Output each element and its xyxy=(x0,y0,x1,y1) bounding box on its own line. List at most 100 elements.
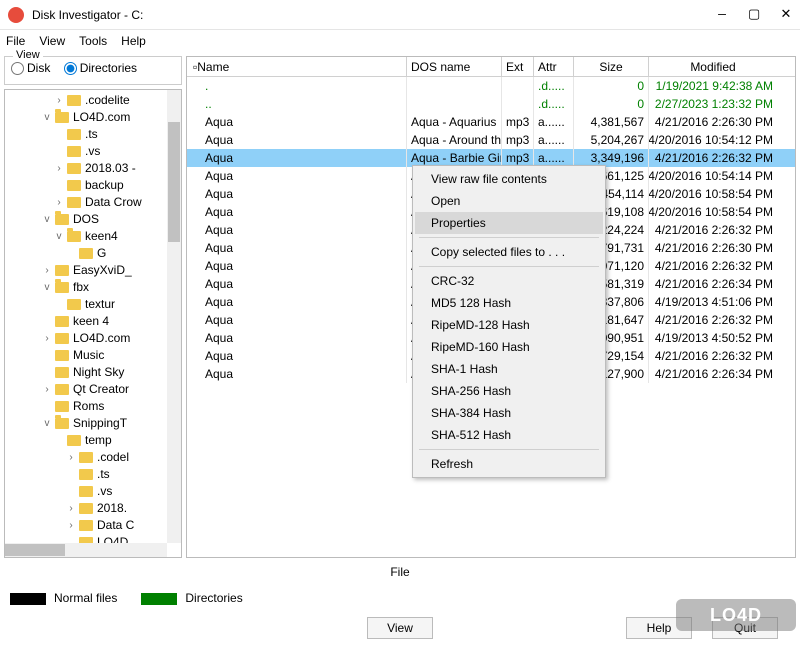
tree-expand-icon[interactable]: › xyxy=(53,197,65,208)
tree-item[interactable]: .ts xyxy=(5,126,181,143)
tree-item[interactable]: Night Sky xyxy=(5,364,181,381)
table-row[interactable]: AquaAqua - Around themp3a......5,204,267… xyxy=(187,131,795,149)
tree-item[interactable]: LO4D. xyxy=(5,534,181,544)
context-menu-item[interactable]: RipeMD-128 Hash xyxy=(415,314,603,336)
tree-expand-icon[interactable]: › xyxy=(65,452,77,463)
tree-item-label: .codel xyxy=(97,450,129,464)
column-header-dosname[interactable]: DOS name xyxy=(407,57,502,76)
context-menu-item[interactable]: Refresh xyxy=(415,453,603,475)
cell-modified: 4/20/2016 10:58:54 PM xyxy=(649,185,779,203)
cell-name: Aqua xyxy=(187,257,407,275)
tree-item-label: Qt Creator xyxy=(73,382,129,396)
tree-item[interactable]: G xyxy=(5,245,181,262)
context-menu-item[interactable]: SHA-256 Hash xyxy=(415,380,603,402)
folder-icon xyxy=(67,163,81,174)
tree-item[interactable]: vDOS xyxy=(5,211,181,228)
column-header-ext[interactable]: Ext xyxy=(502,57,534,76)
cell-name: Aqua xyxy=(187,149,407,167)
view-button[interactable]: View xyxy=(367,617,433,639)
context-menu-item[interactable]: MD5 128 Hash xyxy=(415,292,603,314)
tree-item[interactable]: › Qt Creator xyxy=(5,381,181,398)
tree-item[interactable]: .ts xyxy=(5,466,181,483)
context-menu-item[interactable]: SHA-512 Hash xyxy=(415,424,603,446)
cell-modified: 4/21/2016 2:26:34 PM xyxy=(649,365,779,383)
tree-item[interactable]: ›.codelite xyxy=(5,92,181,109)
view-group-legend: View xyxy=(13,49,43,61)
column-header-name[interactable]: ▫ Name xyxy=(187,57,407,76)
tree-item[interactable]: › .codel xyxy=(5,449,181,466)
tree-item[interactable]: ›2018.03 - xyxy=(5,160,181,177)
tree-expand-icon[interactable]: › xyxy=(65,503,77,514)
tree-item[interactable]: keen 4 xyxy=(5,313,181,330)
table-row[interactable]: ..d.....01/19/2021 9:42:38 AM xyxy=(187,77,795,95)
folder-icon xyxy=(55,350,69,361)
menu-view[interactable]: View xyxy=(39,34,65,48)
tree-expand-icon[interactable]: › xyxy=(53,163,65,174)
table-row[interactable]: AquaAqua - Aquariusmp3a......4,381,5674/… xyxy=(187,113,795,131)
tree-item[interactable]: ›LO4D.com xyxy=(5,330,181,347)
tree-vertical-scrollbar[interactable] xyxy=(167,90,181,544)
cell-name: Aqua xyxy=(187,221,407,239)
radio-disk[interactable]: Disk xyxy=(11,61,50,75)
context-menu-item[interactable]: Open xyxy=(415,190,603,212)
tree-item[interactable]: ›EasyXviD_ xyxy=(5,262,181,279)
context-menu-item[interactable]: Properties xyxy=(415,212,603,234)
cell-modified: 4/21/2016 2:26:32 PM xyxy=(649,221,779,239)
tree-item[interactable]: ›Data Crow xyxy=(5,194,181,211)
tree-expand-icon[interactable]: › xyxy=(41,333,53,344)
tree-expand-icon[interactable]: › xyxy=(53,95,65,106)
tree-item[interactable]: temp xyxy=(5,432,181,449)
radio-directories[interactable]: Directories xyxy=(64,61,137,75)
tree-item[interactable]: .vs xyxy=(5,143,181,160)
cell-dosname xyxy=(407,95,502,113)
tree-expand-icon[interactable]: › xyxy=(65,520,77,531)
tree-expand-icon[interactable]: › xyxy=(41,265,53,276)
tree-expand-icon[interactable]: v xyxy=(41,282,53,293)
tree-item[interactable]: Roms xyxy=(5,398,181,415)
maximize-button[interactable]: ▢ xyxy=(748,7,760,22)
cell-modified: 4/21/2016 2:26:32 PM xyxy=(649,149,779,167)
tree-expand-icon[interactable]: v xyxy=(41,112,53,123)
tree-expand-icon[interactable]: v xyxy=(41,418,53,429)
cell-size: 4,381,567 xyxy=(574,113,649,131)
menubar: File View Tools Help xyxy=(0,30,800,52)
tree-item[interactable]: vfbx xyxy=(5,279,181,296)
tree-item[interactable]: ›2018. xyxy=(5,500,181,517)
context-menu-item[interactable]: RipeMD-160 Hash xyxy=(415,336,603,358)
tree-horizontal-scrollbar[interactable] xyxy=(5,543,167,557)
table-row[interactable]: ...d.....02/27/2023 1:23:32 PM xyxy=(187,95,795,113)
context-menu-item[interactable]: View raw file contents xyxy=(415,168,603,190)
folder-tree[interactable]: ›.codelitevLO4D.com.ts.vs›2018.03 -backu… xyxy=(4,89,182,559)
close-button[interactable]: ✕ xyxy=(780,7,792,22)
menu-tools[interactable]: Tools xyxy=(79,34,107,48)
minimize-button[interactable]: — xyxy=(716,7,728,22)
tree-item[interactable]: .vs xyxy=(5,483,181,500)
context-menu-item[interactable]: Copy selected files to . . . xyxy=(415,241,603,263)
context-menu-item[interactable]: SHA-1 Hash xyxy=(415,358,603,380)
file-list[interactable]: ▫ Name DOS name Ext Attr Size Modified .… xyxy=(186,56,796,558)
cell-name: Aqua xyxy=(187,239,407,257)
menu-file[interactable]: File xyxy=(6,34,25,48)
cell-modified: 1/19/2021 9:42:38 AM xyxy=(649,77,779,95)
tree-expand-icon[interactable]: v xyxy=(41,214,53,225)
menu-help[interactable]: Help xyxy=(121,34,146,48)
column-header-size[interactable]: Size xyxy=(574,57,649,76)
tree-item[interactable]: vLO4D.com xyxy=(5,109,181,126)
context-menu-item[interactable]: SHA-384 Hash xyxy=(415,402,603,424)
tree-item[interactable]: Music xyxy=(5,347,181,364)
tree-expand-icon[interactable]: v xyxy=(53,231,65,242)
legend-normal-files: Normal files xyxy=(10,591,117,605)
cell-name: Aqua xyxy=(187,365,407,383)
tree-item-label: temp xyxy=(85,433,112,447)
tree-item[interactable]: vkeen4 xyxy=(5,228,181,245)
column-header-modified[interactable]: Modified xyxy=(649,57,779,76)
tree-item[interactable]: vSnippingT xyxy=(5,415,181,432)
context-menu-item[interactable]: CRC-32 xyxy=(415,270,603,292)
column-header-attr[interactable]: Attr xyxy=(534,57,574,76)
cell-size: 5,204,267 xyxy=(574,131,649,149)
tree-item[interactable]: ›Data C xyxy=(5,517,181,534)
tree-item[interactable]: textur xyxy=(5,296,181,313)
tree-item[interactable]: backup xyxy=(5,177,181,194)
tree-expand-icon[interactable]: › xyxy=(41,384,53,395)
tree-item-label: .vs xyxy=(85,144,100,158)
